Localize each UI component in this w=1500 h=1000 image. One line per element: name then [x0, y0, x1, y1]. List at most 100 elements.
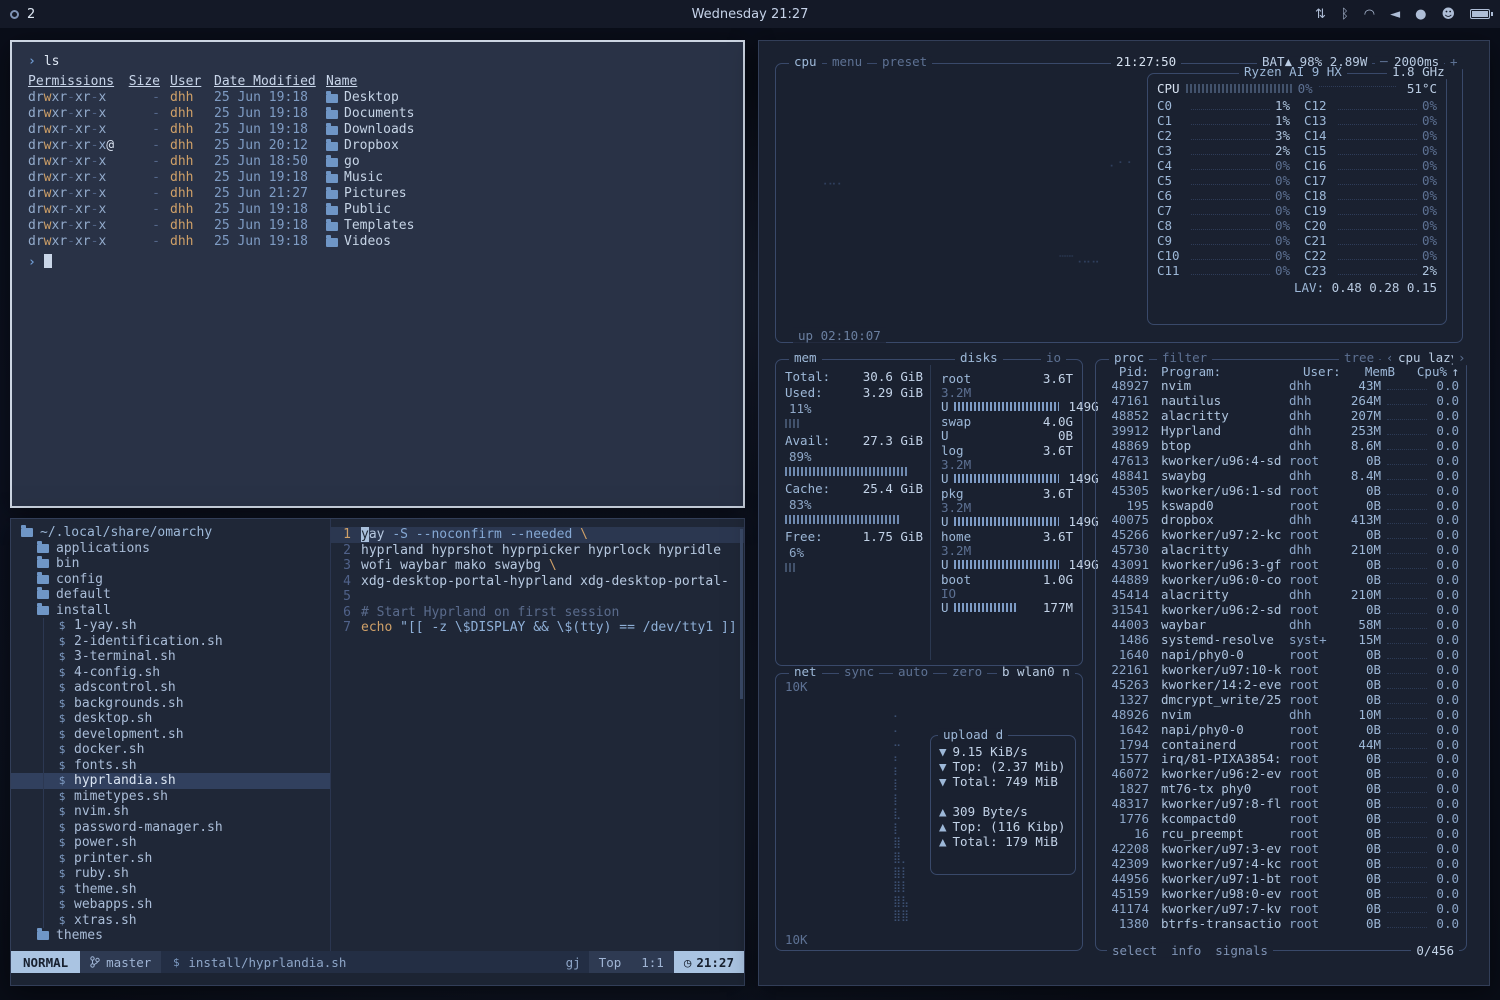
- tree-file-item[interactable]: $mimetypes.sh: [11, 789, 330, 805]
- tree-file-item[interactable]: $nvim.sh: [11, 804, 330, 820]
- net-zero-toggle[interactable]: zero: [947, 666, 987, 679]
- process-row[interactable]: 195kswapd0root0B0.0: [1103, 498, 1459, 513]
- tree-file-item[interactable]: $development.sh: [11, 727, 330, 743]
- net-box-title[interactable]: net: [789, 666, 822, 679]
- process-row[interactable]: 44956kworker/u97:1-btroot0B0.0: [1103, 871, 1459, 886]
- process-row[interactable]: 45414alacrittydhh210M0.0: [1103, 587, 1459, 602]
- code-line[interactable]: 6# Start Hyprland on first session: [331, 605, 744, 621]
- code-line[interactable]: 1yay -S --noconfirm --needed \: [331, 527, 744, 543]
- tree-file-item[interactable]: $desktop.sh: [11, 711, 330, 727]
- process-row[interactable]: 1327dmcrypt_write/25root0B0.0: [1103, 692, 1459, 707]
- code-line[interactable]: 7echo "[[ -z \$DISPLAY && \$(tty) == /de…: [331, 620, 744, 636]
- process-row[interactable]: 45266kworker/u97:2-kcroot0B0.0: [1103, 527, 1459, 542]
- process-row[interactable]: 48927nvimdhh43M0.0: [1103, 378, 1459, 393]
- code-line[interactable]: 3 wofi waybar mako swaybg \: [331, 558, 744, 574]
- process-row[interactable]: 45305kworker/u96:1-sdroot0B0.0: [1103, 483, 1459, 498]
- info-button[interactable]: info: [1171, 943, 1201, 958]
- tree-file-item[interactable]: $printer.sh: [11, 851, 330, 867]
- tree-file-item[interactable]: $password-manager.sh: [11, 820, 330, 836]
- cpu-box-title[interactable]: cpu: [789, 56, 822, 69]
- process-row[interactable]: 48317kworker/u97:8-flroot0B0.0: [1103, 796, 1459, 811]
- process-row[interactable]: 22161kworker/u97:10-kroot0B0.0: [1103, 662, 1459, 677]
- process-row[interactable]: 31541kworker/u96:2-sdroot0B0.0: [1103, 602, 1459, 617]
- process-row[interactable]: 1642napi/phy0-0root0B0.0: [1103, 722, 1459, 737]
- net-auto-toggle[interactable]: auto: [893, 666, 933, 679]
- tree-file-item[interactable]: $hyprlandia.sh: [11, 773, 330, 789]
- select-button[interactable]: select: [1112, 943, 1157, 958]
- process-row[interactable]: 47161nautilusdhh264M0.0: [1103, 393, 1459, 408]
- disks-io-toggle[interactable]: io: [1041, 352, 1066, 365]
- tree-folder-item[interactable]: themes: [11, 928, 330, 944]
- process-row[interactable]: 1486systemd-resolvesyst+15M0.0: [1103, 632, 1459, 647]
- code-line[interactable]: 2 hyprland hyprshot hyprpicker hyprlock …: [331, 543, 744, 559]
- tree-file-item[interactable]: $backgrounds.sh: [11, 696, 330, 712]
- process-row[interactable]: 45159kworker/u98:0-evroot0B0.0: [1103, 886, 1459, 901]
- record-icon[interactable]: ●: [1415, 7, 1426, 22]
- process-row[interactable]: 1380btrfs-transactioroot0B0.0: [1103, 916, 1459, 931]
- process-row[interactable]: 42208kworker/u97:3-evroot0B0.0: [1103, 841, 1459, 856]
- tree-file-item[interactable]: $fonts.sh: [11, 758, 330, 774]
- proc-filter-button[interactable]: filter: [1157, 352, 1212, 365]
- process-row[interactable]: 42309kworker/u97:4-kcroot0B0.0: [1103, 856, 1459, 871]
- tree-folder-item[interactable]: applications: [11, 541, 330, 557]
- tree-file-item[interactable]: $docker.sh: [11, 742, 330, 758]
- proc-header-mem[interactable]: MemB: [1355, 364, 1395, 379]
- battery-icon[interactable]: [1470, 9, 1490, 19]
- sort-next-arrow[interactable]: ›: [1453, 352, 1471, 365]
- process-row[interactable]: 1827mt76-tx phy0root0B0.0: [1103, 781, 1459, 796]
- process-row[interactable]: 40075dropboxdhh413M0.0: [1103, 512, 1459, 527]
- disks-title[interactable]: disks: [955, 352, 1003, 365]
- tree-file-item[interactable]: $theme.sh: [11, 882, 330, 898]
- process-row[interactable]: 43091kworker/u96:3-gfroot0B0.0: [1103, 557, 1459, 572]
- process-row[interactable]: 41174kworker/u97:7-kvroot0B0.0: [1103, 901, 1459, 916]
- tree-root-item[interactable]: ~/.local/share/omarchy: [11, 525, 330, 541]
- process-row[interactable]: 1577irq/81-PIXA3854:root0B0.0: [1103, 751, 1459, 766]
- preset-button[interactable]: preset: [877, 56, 932, 69]
- net-interface-selector[interactable]: b wlan0 n: [997, 666, 1075, 679]
- process-row[interactable]: 45263kworker/14:2-everoot0B0.0: [1103, 677, 1459, 692]
- process-row[interactable]: 1776kcompactd0root0B0.0: [1103, 811, 1459, 826]
- tree-folder-item[interactable]: config: [11, 572, 330, 588]
- signals-button[interactable]: signals: [1215, 943, 1268, 958]
- process-row[interactable]: 46072kworker/u96:2-evroot0B0.0: [1103, 766, 1459, 781]
- tree-folder-item[interactable]: bin: [11, 556, 330, 572]
- proc-box-title[interactable]: proc: [1109, 352, 1149, 365]
- tree-file-item[interactable]: $power.sh: [11, 835, 330, 851]
- tree-file-item[interactable]: $webapps.sh: [11, 897, 330, 913]
- tree-file-item[interactable]: $3-terminal.sh: [11, 649, 330, 665]
- tree-file-item[interactable]: $ruby.sh: [11, 866, 330, 882]
- process-row[interactable]: 39912Hyprlanddhh253M0.0: [1103, 423, 1459, 438]
- code-line[interactable]: 4 xdg-desktop-portal-hyprland xdg-deskto…: [331, 574, 744, 590]
- process-row[interactable]: 48869btopdhh8.6M0.0: [1103, 438, 1459, 453]
- proc-header-program[interactable]: Program:: [1161, 364, 1303, 379]
- scrollbar[interactable]: [740, 529, 743, 699]
- tree-file-item[interactable]: $xtras.sh: [11, 913, 330, 929]
- process-row[interactable]: 16rcu_preemptroot0B0.0: [1103, 826, 1459, 841]
- clock[interactable]: Wednesday 21:27: [0, 7, 1500, 22]
- process-row[interactable]: 47613kworker/u96:4-sdroot0B0.0: [1103, 453, 1459, 468]
- proc-header-user[interactable]: User:: [1303, 364, 1355, 379]
- net-stats-title[interactable]: upload d: [938, 729, 1008, 742]
- process-row[interactable]: 48852alacrittydhh207M0.0: [1103, 408, 1459, 423]
- wifi-icon[interactable]: ◠: [1364, 7, 1375, 22]
- volume-icon[interactable]: ◄: [1390, 7, 1400, 22]
- process-row[interactable]: 1794containerdroot44M0.0: [1103, 737, 1459, 752]
- code-line[interactable]: 5: [331, 589, 744, 605]
- workspace-indicator[interactable]: 2: [27, 7, 35, 22]
- process-row[interactable]: 1640napi/phy0-0root0B0.0: [1103, 647, 1459, 662]
- proc-header-cpu[interactable]: Cpu%: [1395, 364, 1447, 379]
- prompt-line-active[interactable]: ›: [28, 254, 727, 271]
- proc-header-pid[interactable]: Pid:: [1103, 364, 1149, 379]
- tree-folder-item[interactable]: default: [11, 587, 330, 603]
- proc-tree-toggle[interactable]: tree: [1339, 352, 1379, 365]
- tree-file-item[interactable]: $1-yay.sh: [11, 618, 330, 634]
- updates-icon[interactable]: ⇅: [1315, 7, 1326, 22]
- process-row[interactable]: 48841swaybgdhh8.4M0.0: [1103, 468, 1459, 483]
- user-icon[interactable]: ☻: [1441, 7, 1455, 22]
- process-row[interactable]: 44003waybardhh58M0.0: [1103, 617, 1459, 632]
- menu-button[interactable]: menu: [827, 56, 867, 69]
- tree-file-item[interactable]: $4-config.sh: [11, 665, 330, 681]
- process-row[interactable]: 45730alacrittydhh210M0.0: [1103, 542, 1459, 557]
- sort-direction-icon[interactable]: ↑: [1447, 364, 1459, 379]
- net-sync-toggle[interactable]: sync: [839, 666, 879, 679]
